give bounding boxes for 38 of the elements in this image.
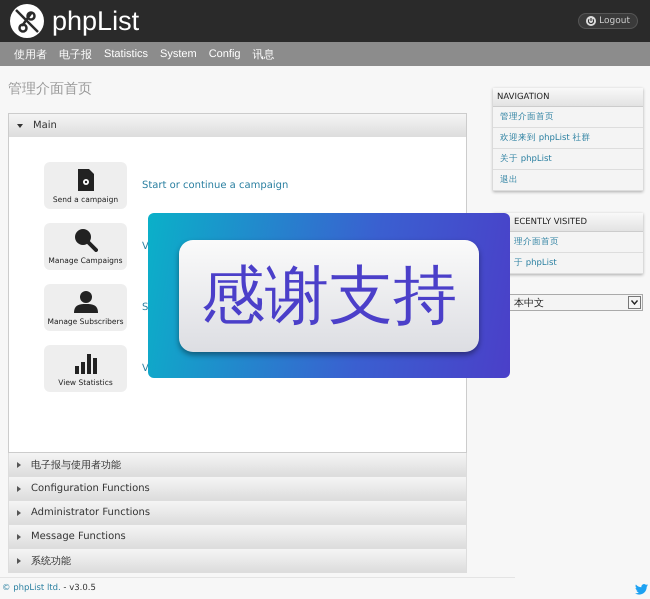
logout-button[interactable]: Logout (578, 13, 638, 29)
menu-item[interactable]: System (154, 48, 203, 60)
menu-item[interactable]: 讯息 (246, 46, 280, 62)
power-icon (586, 16, 596, 26)
action-link[interactable]: Start or continue a campaign (142, 180, 288, 191)
action-link[interactable]: V (142, 241, 149, 252)
sidebar-link[interactable]: 退出 (493, 170, 643, 191)
section-title: Administrator Functions (31, 507, 150, 518)
chevron-down-icon (631, 300, 638, 305)
section-header[interactable]: 电子报与使用者功能 (8, 453, 467, 477)
sidebar-link[interactable]: 管理介面首页 (493, 107, 643, 128)
menu-item[interactable]: 使用者 (8, 46, 53, 62)
menu-item[interactable]: Config (202, 48, 246, 60)
menu-item[interactable]: Statistics (98, 48, 154, 60)
person-icon (74, 291, 98, 313)
section-title: Message Functions (31, 531, 126, 542)
action-link[interactable]: S (142, 302, 148, 313)
search-icon (74, 228, 98, 252)
panel-title: NAVIGATION (493, 88, 643, 107)
sidebar-link[interactable]: 欢迎来到 phpList 社群 (493, 128, 643, 149)
section-header[interactable]: Message Functions (8, 525, 467, 549)
section-title: 电子报与使用者功能 (31, 458, 121, 472)
section-header[interactable]: 系统功能 (8, 549, 467, 573)
sidebar-link[interactable]: 关于 phpList (493, 149, 643, 170)
page-title: 管理介面首页 (8, 80, 93, 99)
footer-text: © phpList ltd. - v3.0.5 (2, 583, 96, 593)
section-title: Configuration Functions (31, 483, 150, 494)
banner-text: 感谢支持 (179, 240, 479, 352)
bird-icon[interactable] (635, 584, 648, 595)
panel-header[interactable]: Main (9, 114, 466, 137)
copyright-link[interactable]: © phpList ltd. (2, 583, 61, 593)
brand-name: phpList (52, 6, 140, 36)
bar-chart-icon (74, 354, 96, 374)
section-header[interactable]: Configuration Functions (8, 477, 467, 501)
section-title: 系统功能 (31, 554, 71, 568)
menu-item[interactable]: 电子报 (53, 46, 98, 62)
action-link[interactable]: V (142, 363, 149, 374)
section-header[interactable]: Administrator Functions (8, 501, 467, 525)
